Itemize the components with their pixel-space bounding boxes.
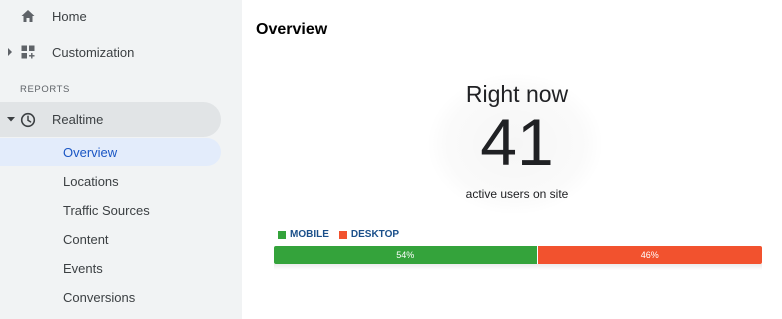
active-users-caption: active users on site	[465, 187, 569, 201]
legend-swatch-desktop	[338, 230, 347, 239]
sidebar-item-home[interactable]: Home	[0, 0, 242, 32]
dashboard-plus-icon	[20, 44, 36, 60]
sidebar-item-label: Home	[52, 8, 87, 24]
active-users-count: 41	[480, 105, 554, 179]
sidebar-subitem-events[interactable]: Events	[0, 254, 221, 282]
caret-right-icon[interactable]	[6, 47, 14, 57]
caret-down-icon[interactable]	[6, 115, 15, 125]
home-icon	[20, 8, 36, 24]
sidebar-item-label: Realtime	[52, 112, 104, 127]
sidebar-subitem-label: Locations	[63, 174, 119, 189]
sidebar-subitem-conversions[interactable]: Conversions	[0, 283, 221, 311]
sidebar-item-realtime[interactable]: Realtime	[0, 102, 221, 137]
legend-swatch-mobile	[278, 230, 286, 239]
device-bar-segment-desktop: 46%	[537, 246, 762, 264]
segment-percent-label: 46%	[640, 250, 659, 260]
sidebar-subitem-content[interactable]: Content	[0, 225, 221, 253]
legend-label: MOBILE	[290, 229, 329, 240]
segment-percent-label: 54%	[396, 250, 415, 260]
sidebar-item-customization[interactable]: Customization	[0, 36, 242, 68]
sidebar-item-label: Customization	[52, 44, 135, 60]
sidebar-subitem-label: Content	[63, 232, 109, 247]
sidebar-subitem-overview[interactable]: Overview	[0, 138, 221, 166]
sidebar-subitem-label: Conversions	[63, 290, 136, 305]
legend-label: DESKTOP	[350, 229, 400, 240]
reports-section-header: REPORTS	[20, 84, 70, 95]
page-title: Overview	[256, 21, 328, 38]
sidebar-subitem-locations[interactable]: Locations	[0, 167, 221, 195]
sidebar-subitem-label: Overview	[63, 145, 118, 160]
legend-item-desktop: DESKTOP	[338, 229, 400, 240]
device-bar-shadow	[274, 264, 762, 270]
device-split-bar: 54% 46%	[274, 246, 762, 264]
sidebar-subitem-traffic-sources[interactable]: Traffic Sources	[0, 196, 221, 224]
sidebar-subitem-label: Events	[63, 261, 103, 276]
sidebar: Home Customization REPORTS Realtime Over…	[0, 0, 242, 319]
sidebar-subitem-label: Traffic Sources	[63, 203, 150, 218]
device-bar-segment-mobile: 54%	[274, 246, 538, 264]
legend-item-mobile: MOBILE	[278, 229, 329, 240]
main-panel: Overview Right now 41 active users on si…	[242, 11, 782, 319]
clock-icon	[20, 112, 36, 128]
right-now-label: Right now	[465, 81, 569, 107]
analytics-app: Home Customization REPORTS Realtime Over…	[0, 0, 782, 319]
device-legend: MOBILE DESKTOP	[278, 229, 399, 240]
